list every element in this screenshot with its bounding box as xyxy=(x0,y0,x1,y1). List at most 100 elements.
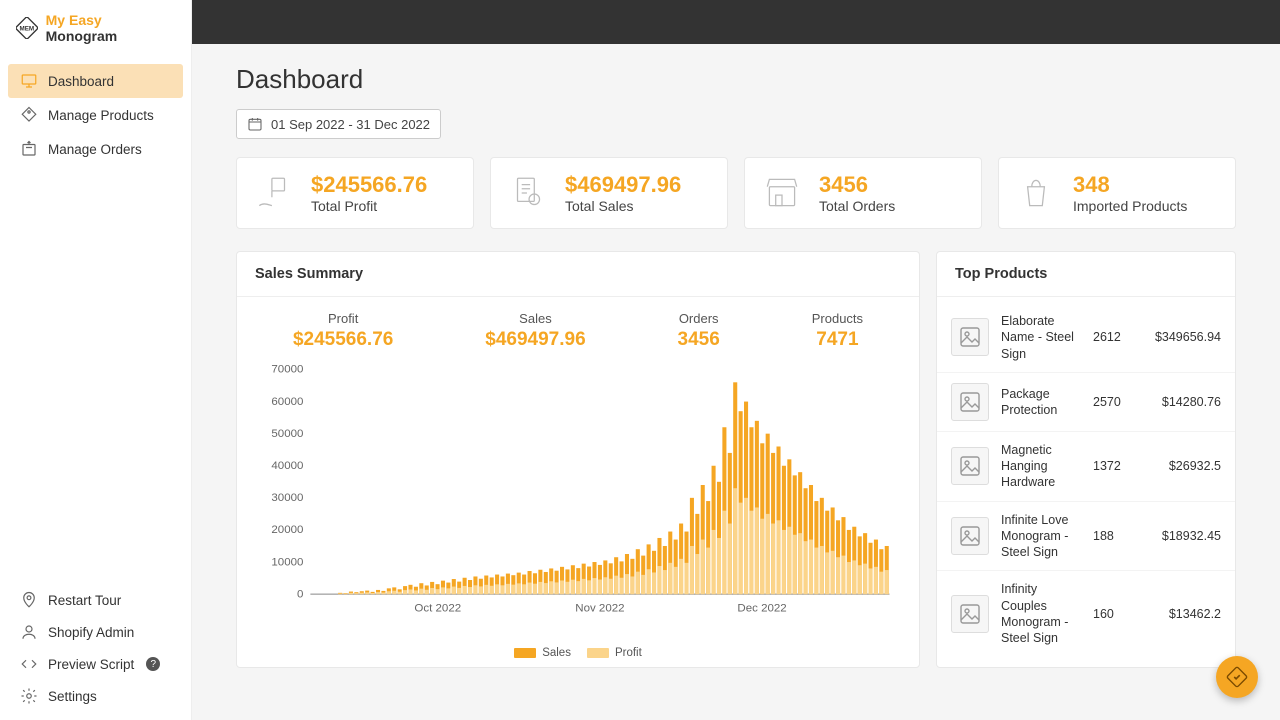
date-range-text: 01 Sep 2022 - 31 Dec 2022 xyxy=(271,117,430,132)
gear-icon xyxy=(20,687,38,705)
panel-header: Sales Summary xyxy=(237,252,919,297)
image-icon xyxy=(958,454,982,478)
svg-text:10000: 10000 xyxy=(271,557,303,569)
panel-header: Top Products xyxy=(937,252,1235,297)
sales-summary-panel: Sales Summary Profit $245566.76 Sales $469… xyxy=(236,251,920,668)
store-icon xyxy=(761,172,803,214)
top-product-row[interactable]: Infinity Couples Monogram - Steel Sign 1… xyxy=(937,571,1235,656)
footer-label: Shopify Admin xyxy=(48,625,134,640)
pin-icon xyxy=(20,591,38,609)
summary-value: 7471 xyxy=(812,329,863,351)
legend-entry-profit: Profit xyxy=(587,647,642,659)
stat-card-imported: 348Imported Products xyxy=(998,157,1236,229)
top-product-row[interactable]: Package Protection 2570 $14280.76 xyxy=(937,373,1235,432)
product-name: Magnetic Hanging Hardware xyxy=(1001,442,1081,491)
footer-label: Restart Tour xyxy=(48,593,121,608)
main-nav: Dashboard Manage Products Manage Orders xyxy=(0,56,191,174)
product-qty: 160 xyxy=(1093,607,1133,621)
product-name: Package Protection xyxy=(1001,386,1081,419)
image-icon xyxy=(958,390,982,414)
svg-text:30000: 30000 xyxy=(271,492,303,504)
sidebar-item-orders[interactable]: Manage Orders xyxy=(8,132,183,166)
topbar xyxy=(192,0,1280,44)
product-amount: $13462.2 xyxy=(1145,607,1221,621)
footer-settings[interactable]: Settings xyxy=(8,680,183,712)
product-amount: $18932.45 xyxy=(1145,529,1221,543)
sidebar-item-dashboard[interactable]: Dashboard xyxy=(8,64,183,98)
top-product-row[interactable]: Elaborate Name - Steel Sign 2612 $349656… xyxy=(937,303,1235,373)
clipboard-icon xyxy=(507,172,549,214)
profit-icon xyxy=(253,172,295,214)
stat-value: $245566.76 xyxy=(311,172,427,198)
product-name: Infinity Couples Monogram - Steel Sign xyxy=(1001,581,1081,646)
product-thumb xyxy=(951,447,989,485)
image-icon xyxy=(958,524,982,548)
product-amount: $14280.76 xyxy=(1145,395,1221,409)
date-range-picker[interactable]: 01 Sep 2022 - 31 Dec 2022 xyxy=(236,109,441,139)
stat-value: 348 xyxy=(1073,172,1187,198)
summary-label: Orders xyxy=(678,311,720,326)
summary-value: $245566.76 xyxy=(293,329,393,351)
stat-label: Total Sales xyxy=(565,198,681,214)
footer-restart-tour[interactable]: Restart Tour xyxy=(8,584,183,616)
product-name: Elaborate Name - Steel Sign xyxy=(1001,313,1081,362)
svg-text:20000: 20000 xyxy=(271,524,303,536)
svg-text:Nov 2022: Nov 2022 xyxy=(575,603,624,615)
summary-label: Products xyxy=(812,311,863,326)
user-icon xyxy=(20,623,38,641)
code-icon xyxy=(20,655,38,673)
product-amount: $26932.5 xyxy=(1145,459,1221,473)
svg-text:50000: 50000 xyxy=(271,428,303,440)
summary-value: $469497.96 xyxy=(485,329,585,351)
product-thumb xyxy=(951,517,989,555)
fab-button[interactable] xyxy=(1216,656,1258,698)
summary-label: Profit xyxy=(293,311,393,326)
product-qty: 188 xyxy=(1093,529,1133,543)
stat-value: 3456 xyxy=(819,172,895,198)
bag-icon xyxy=(1015,172,1057,214)
legend-entry-sales: Sales xyxy=(514,647,571,659)
svg-text:0: 0 xyxy=(297,589,303,601)
help-badge-icon: ? xyxy=(146,657,160,671)
top-product-row[interactable]: Infinite Love Monogram - Steel Sign 188 … xyxy=(937,502,1235,572)
svg-text:40000: 40000 xyxy=(271,460,303,472)
product-thumb xyxy=(951,383,989,421)
summary-value: 3456 xyxy=(678,329,720,351)
box-arrow-icon xyxy=(20,140,38,158)
sidebar-item-label: Manage Products xyxy=(48,108,154,123)
image-icon xyxy=(958,325,982,349)
footer-shopify-admin[interactable]: Shopify Admin xyxy=(8,616,183,648)
calendar-icon xyxy=(247,116,263,132)
svg-text:Oct 2022: Oct 2022 xyxy=(414,603,461,615)
page-title: Dashboard xyxy=(236,64,1236,95)
footer-preview-script[interactable]: Preview Script ? xyxy=(8,648,183,680)
footer-label: Settings xyxy=(48,689,97,704)
stat-label: Total Orders xyxy=(819,198,895,214)
svg-text:60000: 60000 xyxy=(271,396,303,408)
monitor-icon xyxy=(20,72,38,90)
footer-label: Preview Script xyxy=(48,657,134,672)
sidebar-item-label: Dashboard xyxy=(48,74,114,89)
tag-icon xyxy=(20,106,38,124)
sidebar-item-label: Manage Orders xyxy=(48,142,142,157)
product-amount: $349656.94 xyxy=(1145,330,1221,344)
product-thumb xyxy=(951,595,989,633)
sales-chart: 010000200003000040000500006000070000Oct … xyxy=(237,359,919,647)
brand-logo: MEM My Easy Monogram xyxy=(0,0,191,56)
chart-legend: Sales Profit xyxy=(237,647,919,667)
image-icon xyxy=(958,602,982,626)
brand-part2: Monogram xyxy=(46,28,118,44)
product-qty: 2570 xyxy=(1093,395,1133,409)
brand-part1: My Easy xyxy=(46,12,102,28)
svg-text:Dec 2022: Dec 2022 xyxy=(737,603,786,615)
top-product-row[interactable]: Magnetic Hanging Hardware 1372 $26932.5 xyxy=(937,432,1235,502)
stat-card-orders: 3456Total Orders xyxy=(744,157,982,229)
product-thumb xyxy=(951,318,989,356)
sidebar: MEM My Easy Monogram Dashboard Manage Pr… xyxy=(0,0,192,720)
stat-card-sales: $469497.96Total Sales xyxy=(490,157,728,229)
stat-label: Imported Products xyxy=(1073,198,1187,214)
svg-text:MEM: MEM xyxy=(19,26,34,33)
sidebar-item-products[interactable]: Manage Products xyxy=(8,98,183,132)
stat-label: Total Profit xyxy=(311,198,427,214)
stat-value: $469497.96 xyxy=(565,172,681,198)
